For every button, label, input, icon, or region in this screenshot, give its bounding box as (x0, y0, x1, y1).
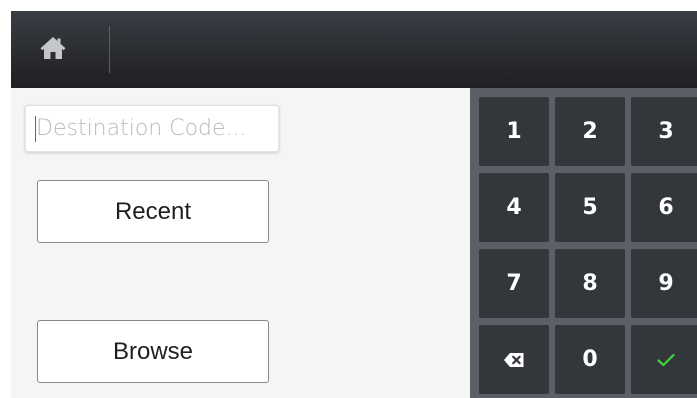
recent-button[interactable]: Recent (37, 180, 269, 243)
key-8[interactable]: 8 (555, 249, 625, 318)
backspace-key[interactable] (479, 325, 549, 394)
key-4[interactable]: 4 (479, 173, 549, 242)
key-9[interactable]: 9 (631, 249, 697, 318)
home-button[interactable] (39, 35, 67, 61)
recent-button-label: Recent (114, 197, 192, 225)
key-5[interactable]: 5 (555, 173, 625, 242)
backspace-icon (504, 352, 524, 367)
key-6[interactable]: 6 (631, 173, 697, 242)
confirm-key[interactable] (631, 325, 697, 394)
key-3[interactable]: 3 (631, 97, 697, 166)
key-7[interactable]: 7 (479, 249, 549, 318)
checkmark-icon (657, 353, 675, 366)
browse-button-label: Browse (112, 337, 194, 365)
key-0[interactable]: 0 (555, 325, 625, 394)
key-1[interactable]: 1 (479, 97, 549, 166)
destination-code-input[interactable] (25, 105, 279, 152)
topbar-divider (109, 26, 110, 73)
home-icon (40, 37, 66, 59)
top-bar (11, 11, 697, 88)
browse-button[interactable]: Browse (37, 320, 269, 383)
numeric-keypad: 1 2 3 4 5 6 7 8 9 0 (470, 88, 697, 398)
key-2[interactable]: 2 (555, 97, 625, 166)
text-cursor (35, 116, 36, 142)
app-screen: Recent Browse 1 2 3 4 5 6 7 8 9 0 (11, 11, 697, 398)
